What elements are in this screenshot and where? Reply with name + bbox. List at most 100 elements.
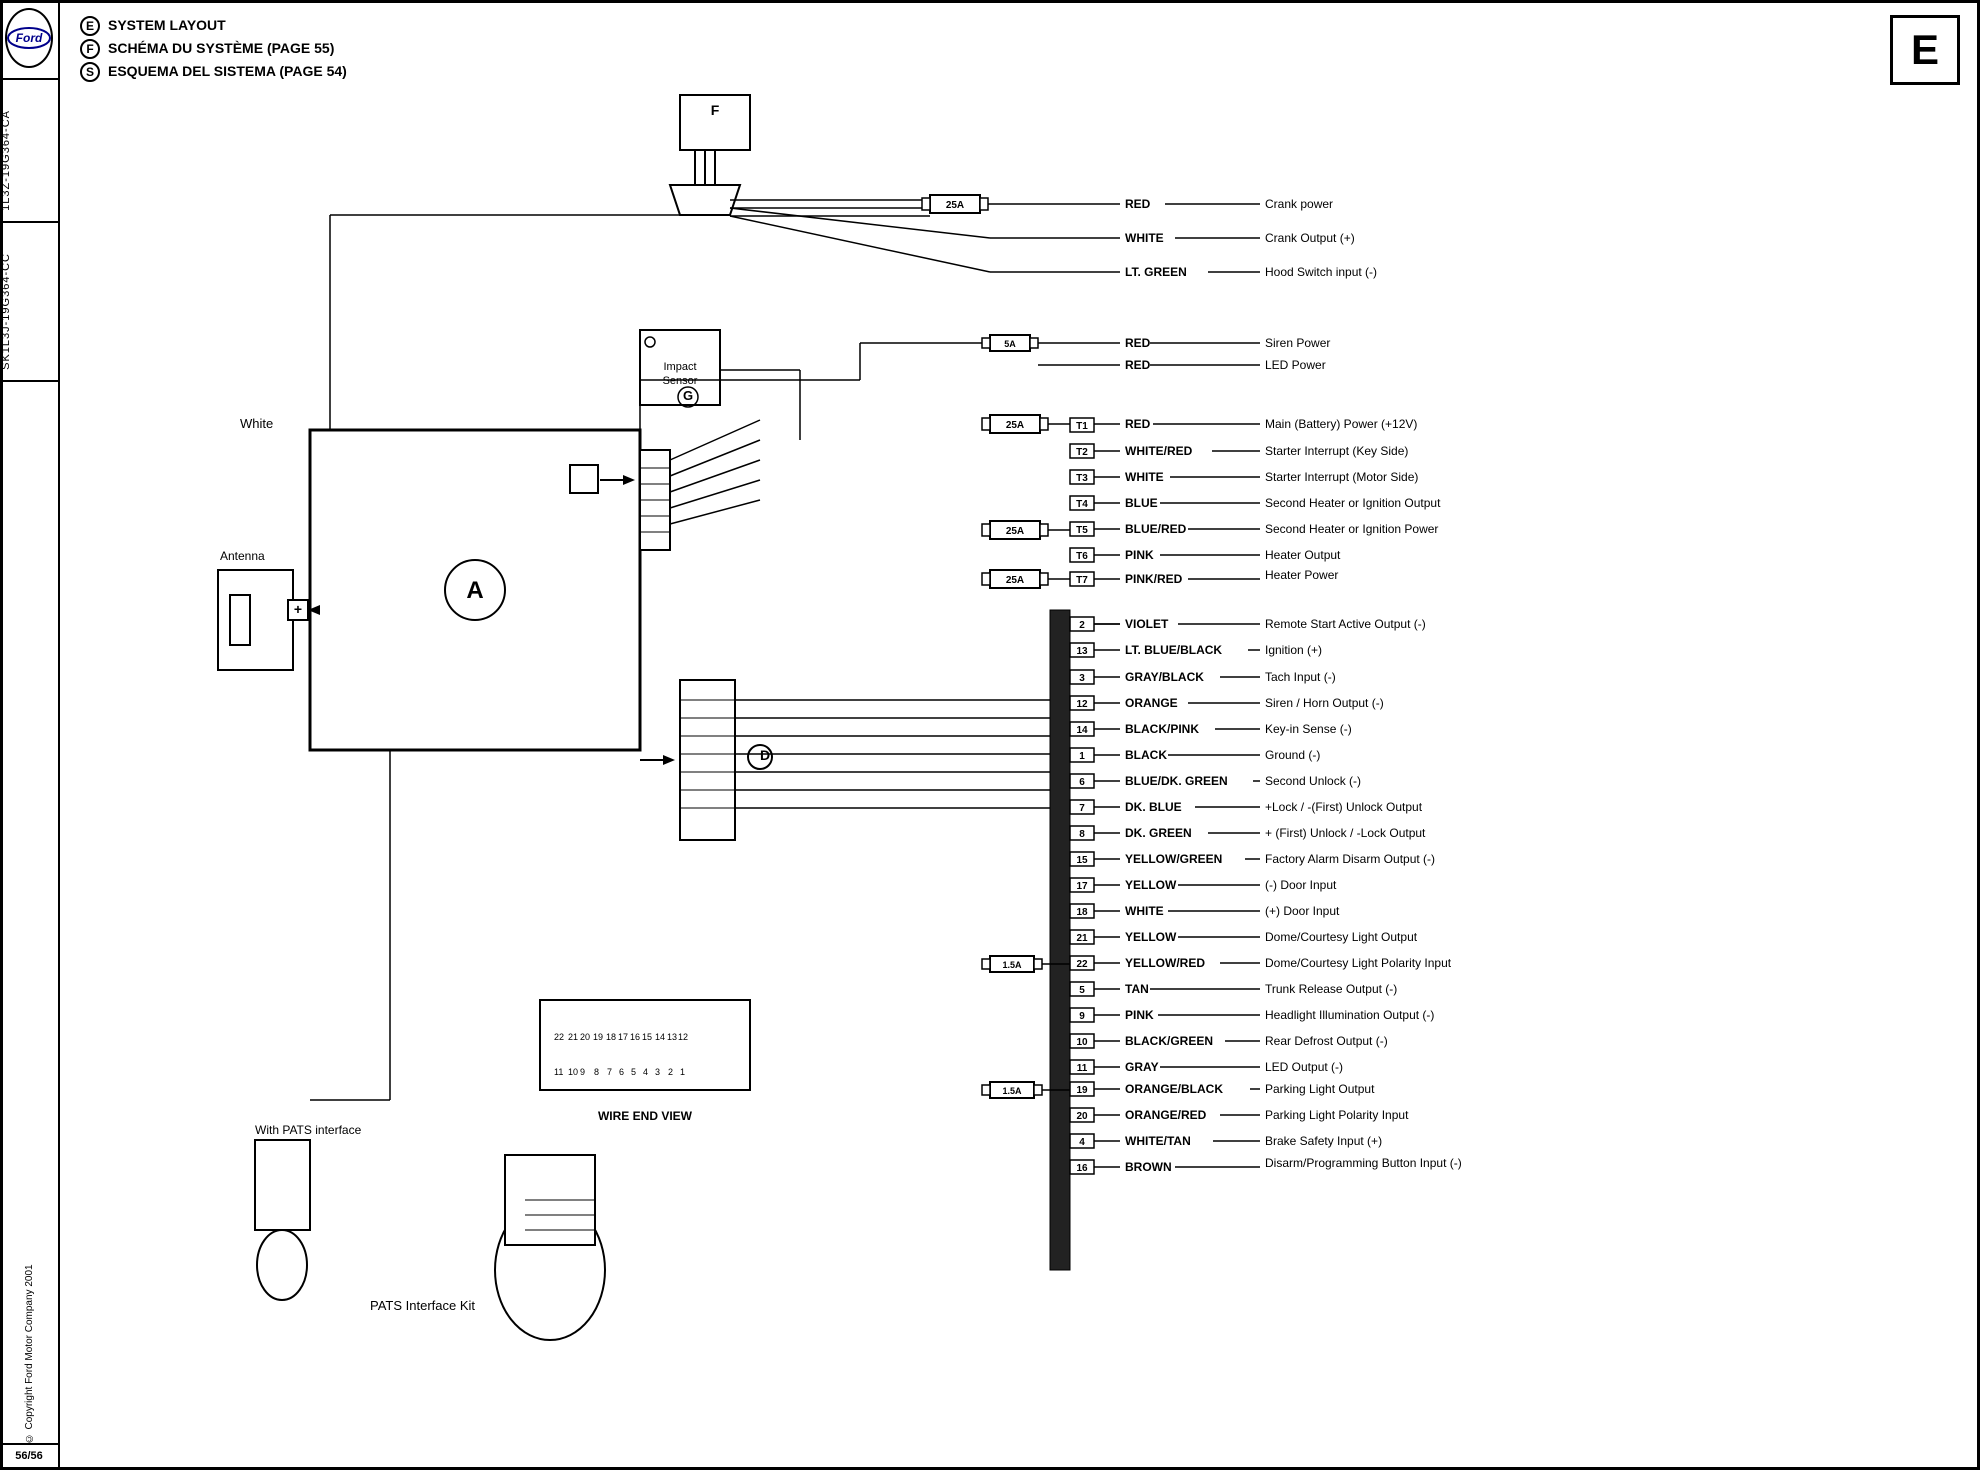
svg-text:Headlight Illumination Output: Headlight Illumination Output (-) bbox=[1265, 1008, 1434, 1022]
svg-text:BLACK/GREEN: BLACK/GREEN bbox=[1125, 1034, 1213, 1048]
svg-text:11: 11 bbox=[554, 1067, 563, 1077]
svg-text:Crank power: Crank power bbox=[1265, 197, 1333, 211]
svg-text:5: 5 bbox=[1079, 985, 1085, 996]
svg-text:16: 16 bbox=[630, 1032, 640, 1042]
svg-text:BROWN: BROWN bbox=[1125, 1160, 1172, 1174]
diagram-svg: F 25A RED Crank power WHITE Crank Output… bbox=[60, 0, 1980, 1380]
svg-text:15: 15 bbox=[642, 1032, 652, 1042]
svg-text:GRAY: GRAY bbox=[1125, 1060, 1159, 1074]
svg-text:Starter Interrupt (Key Side): Starter Interrupt (Key Side) bbox=[1265, 444, 1408, 458]
svg-text:PINK: PINK bbox=[1125, 1008, 1154, 1022]
svg-text:RED: RED bbox=[1125, 417, 1151, 431]
svg-text:17: 17 bbox=[618, 1032, 628, 1042]
svg-text:5A: 5A bbox=[1004, 339, 1016, 349]
svg-text:YELLOW/GREEN: YELLOW/GREEN bbox=[1125, 852, 1222, 866]
svg-text:3: 3 bbox=[1079, 673, 1085, 684]
svg-text:2: 2 bbox=[668, 1067, 673, 1077]
svg-text:DK. GREEN: DK. GREEN bbox=[1125, 826, 1192, 840]
svg-text:Ford: Ford bbox=[16, 31, 43, 45]
svg-text:25A: 25A bbox=[1006, 575, 1024, 586]
svg-text:14: 14 bbox=[1076, 725, 1088, 736]
svg-text:Trunk Release Output (-): Trunk Release Output (-) bbox=[1265, 982, 1397, 996]
svg-text:WIRE END VIEW: WIRE END VIEW bbox=[598, 1109, 693, 1123]
svg-text:RED: RED bbox=[1125, 197, 1151, 211]
svg-text:14: 14 bbox=[655, 1032, 665, 1042]
svg-text:15: 15 bbox=[1076, 855, 1088, 866]
svg-text:T2: T2 bbox=[1076, 447, 1088, 458]
svg-text:Second Unlock (-): Second Unlock (-) bbox=[1265, 774, 1361, 788]
page-number: 56/56 bbox=[0, 1443, 58, 1462]
svg-text:Sensor: Sensor bbox=[663, 375, 698, 387]
svg-text:Hood Switch input (-): Hood Switch input (-) bbox=[1265, 265, 1377, 279]
svg-text:A: A bbox=[466, 577, 483, 604]
svg-text:T6: T6 bbox=[1076, 551, 1088, 562]
svg-text:4: 4 bbox=[1079, 1137, 1085, 1148]
svg-text:White: White bbox=[240, 416, 273, 431]
svg-text:With PATS interface: With PATS interface bbox=[255, 1123, 362, 1137]
svg-text:BLUE/RED: BLUE/RED bbox=[1125, 522, 1187, 536]
svg-text:RED: RED bbox=[1125, 336, 1151, 350]
svg-text:Siren Power: Siren Power bbox=[1265, 336, 1330, 350]
svg-text:2: 2 bbox=[1079, 620, 1085, 631]
svg-text:+Lock / -(First) Unlock Output: +Lock / -(First) Unlock Output bbox=[1265, 800, 1423, 814]
sidebar-part1: 1L3Z-19G364-CA bbox=[0, 78, 58, 223]
svg-text:6: 6 bbox=[619, 1067, 624, 1077]
svg-text:1: 1 bbox=[680, 1067, 685, 1077]
svg-text:Rear Defrost Output (-): Rear Defrost Output (-) bbox=[1265, 1034, 1388, 1048]
svg-text:LT. BLUE/BLACK: LT. BLUE/BLACK bbox=[1125, 643, 1222, 657]
svg-text:BLUE: BLUE bbox=[1125, 496, 1158, 510]
svg-text:Main (Battery) Power (+12V): Main (Battery) Power (+12V) bbox=[1265, 417, 1417, 431]
part-number-2: SK1L3J-19G364-CC bbox=[0, 253, 12, 370]
svg-text:LT. GREEN: LT. GREEN bbox=[1125, 265, 1187, 279]
svg-text:3: 3 bbox=[655, 1067, 660, 1077]
svg-text:YELLOW: YELLOW bbox=[1125, 878, 1177, 892]
svg-text:Parking Light Output: Parking Light Output bbox=[1265, 1082, 1375, 1096]
svg-text:ORANGE/RED: ORANGE/RED bbox=[1125, 1108, 1207, 1122]
svg-text:18: 18 bbox=[606, 1032, 616, 1042]
svg-text:Tach Input (-): Tach Input (-) bbox=[1265, 670, 1336, 684]
svg-text:T5: T5 bbox=[1076, 525, 1088, 536]
svg-text:8: 8 bbox=[594, 1067, 599, 1077]
svg-text:Ignition (+): Ignition (+) bbox=[1265, 643, 1322, 657]
svg-text:8: 8 bbox=[1079, 829, 1085, 840]
svg-text:+: + bbox=[294, 601, 302, 617]
sidebar-part2: SK1L3J-19G364-CC bbox=[0, 223, 58, 382]
svg-text:Disarm/Programming Button Inpu: Disarm/Programming Button Input (-) bbox=[1265, 1156, 1462, 1170]
svg-text:BLACK/PINK: BLACK/PINK bbox=[1125, 722, 1199, 736]
svg-text:ORANGE/BLACK: ORANGE/BLACK bbox=[1125, 1082, 1223, 1096]
svg-text:Dome/Courtesy Light Output: Dome/Courtesy Light Output bbox=[1265, 930, 1418, 944]
svg-text:ORANGE: ORANGE bbox=[1125, 696, 1178, 710]
svg-text:13: 13 bbox=[1076, 646, 1088, 657]
main-content: E SYSTEM LAYOUT F SCHÉMA DU SYSTÈME (PAG… bbox=[60, 0, 1980, 1470]
svg-text:16: 16 bbox=[1076, 1163, 1088, 1174]
svg-text:Heater Output: Heater Output bbox=[1265, 548, 1341, 562]
svg-text:Dome/Courtesy Light Polarity I: Dome/Courtesy Light Polarity Input bbox=[1265, 956, 1452, 970]
svg-text:7: 7 bbox=[607, 1067, 612, 1077]
svg-text:22: 22 bbox=[554, 1032, 564, 1042]
svg-text:19: 19 bbox=[1076, 1085, 1088, 1096]
svg-text:TAN: TAN bbox=[1125, 982, 1149, 996]
svg-text:PINK/RED: PINK/RED bbox=[1125, 572, 1183, 586]
svg-text:YELLOW/RED: YELLOW/RED bbox=[1125, 956, 1205, 970]
copyright: © Copyright Ford Motor Company 2001 bbox=[24, 402, 35, 1443]
svg-text:RED: RED bbox=[1125, 358, 1151, 372]
svg-text:25A: 25A bbox=[946, 200, 964, 211]
svg-text:G: G bbox=[683, 388, 693, 403]
svg-text:T7: T7 bbox=[1076, 575, 1088, 586]
svg-text:1.5A: 1.5A bbox=[1002, 960, 1022, 970]
svg-text:WHITE/RED: WHITE/RED bbox=[1125, 444, 1193, 458]
svg-text:18: 18 bbox=[1076, 907, 1088, 918]
svg-text:7: 7 bbox=[1079, 803, 1085, 814]
svg-text:Siren / Horn Output (-): Siren / Horn Output (-) bbox=[1265, 696, 1384, 710]
svg-text:WHITE/TAN: WHITE/TAN bbox=[1125, 1134, 1191, 1148]
svg-text:9: 9 bbox=[580, 1067, 585, 1077]
svg-text:F: F bbox=[711, 102, 720, 118]
svg-text:+ (First) Unlock / -Lock Outpu: + (First) Unlock / -Lock Output bbox=[1265, 826, 1426, 840]
svg-text:LED Power: LED Power bbox=[1265, 358, 1326, 372]
svg-text:22: 22 bbox=[1076, 959, 1088, 970]
svg-text:Antenna: Antenna bbox=[220, 549, 265, 563]
svg-text:Parking Light Polarity Input: Parking Light Polarity Input bbox=[1265, 1108, 1409, 1122]
svg-text:Key-in Sense (-): Key-in Sense (-) bbox=[1265, 722, 1352, 736]
svg-text:T1: T1 bbox=[1076, 421, 1088, 432]
svg-text:20: 20 bbox=[1076, 1111, 1088, 1122]
